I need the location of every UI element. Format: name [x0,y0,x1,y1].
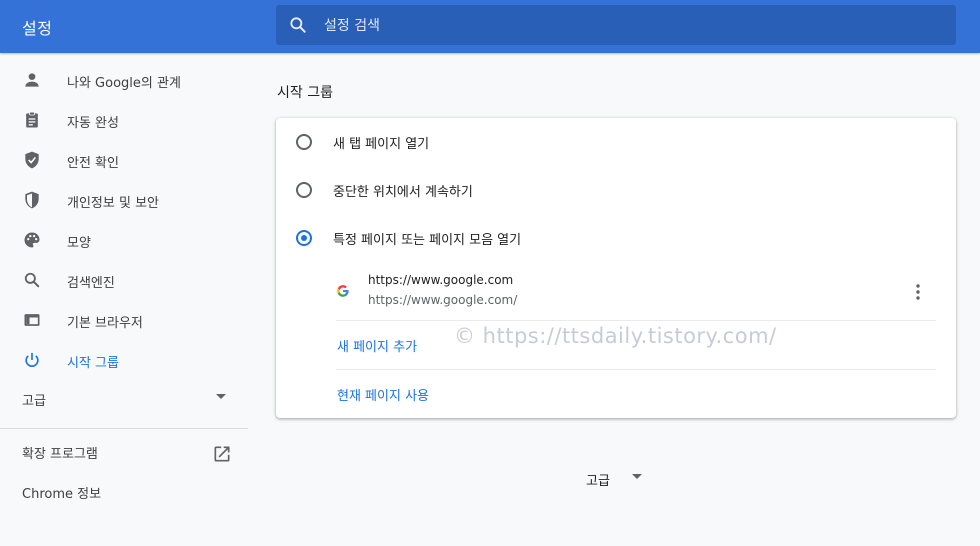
startup-page-url: https://www.google.com/ [368,293,518,307]
browser-icon [24,314,40,326]
radio-label: 중단한 위치에서 계속하기 [333,185,473,200]
sidebar-item-on-startup[interactable]: 시작 그룹 [0,340,248,380]
search-icon [290,17,306,33]
sidebar-item-privacy[interactable]: 개인정보 및 보안 [0,180,248,220]
sidebar-item-label: 검색엔진 [67,276,115,291]
card-divider [336,320,936,321]
sidebar-item-label: 기본 브라우저 [67,316,143,331]
startup-option-specific-pages[interactable]: 특정 페이지 또는 페이지 모음 열기 [276,214,956,262]
sidebar-item-label: 자동 완성 [67,116,119,131]
top-app-bar: 설정 [0,0,980,53]
startup-page-title: https://www.google.com [368,273,514,287]
sidebar-item-search-engine[interactable]: 검색엔진 [0,260,248,300]
sidebar-about-label: Chrome 정보 [22,487,102,502]
radio-label: 특정 페이지 또는 페이지 모음 열기 [333,233,522,248]
sidebar-advanced-toggle[interactable]: 고급 [0,380,248,420]
sidebar-item-label: 안전 확인 [67,156,119,171]
watermark-text: © https://ttsdaily.tistory.com/ [454,324,777,348]
settings-search-box[interactable] [276,5,956,47]
sidebar-extensions-label: 확장 프로그램 [22,447,98,462]
search-icon [24,272,40,288]
palette-icon [24,232,40,248]
sidebar-item-label: 모양 [67,236,91,251]
app-title: 설정 [22,19,53,38]
settings-search-input[interactable] [322,5,946,47]
sidebar: 나와 Google의 관계 자동 완성 안전 확인 개인정보 및 보안 모양 검… [0,60,248,509]
shield-check-icon [25,151,39,169]
sidebar-item-about-chrome[interactable]: Chrome 정보 [0,469,248,509]
advanced-toggle-button[interactable]: 고급 [586,470,642,489]
use-current-pages-link[interactable]: 현재 페이지 사용 [337,385,429,404]
sidebar-item-label: 시작 그룹 [67,356,119,371]
more-vert-icon[interactable] [910,282,926,302]
dropdown-arrow-icon [216,394,226,399]
sidebar-item-default-browser[interactable]: 기본 브라우저 [0,300,248,340]
radio-button[interactable] [296,182,312,198]
google-favicon-icon [337,285,349,297]
advanced-label: 고급 [586,474,610,489]
startup-page-entry: https://www.google.com https://www.googl… [336,268,936,318]
card-divider [336,369,936,370]
section-title: 시작 그룹 [277,85,333,101]
radio-label: 새 탭 페이지 열기 [333,137,430,152]
sidebar-item-label: 개인정보 및 보안 [67,196,159,211]
add-new-page-link[interactable]: 새 페이지 추가 [337,336,417,355]
startup-option-continue[interactable]: 중단한 위치에서 계속하기 [276,166,956,214]
dropdown-arrow-icon [632,474,642,479]
shield-half-icon [25,191,39,209]
sidebar-item-label: 나와 Google의 관계 [67,76,181,91]
radio-button-checked[interactable] [296,230,312,246]
sidebar-item-appearance[interactable]: 모양 [0,220,248,260]
startup-settings-card: 새 탭 페이지 열기 중단한 위치에서 계속하기 특정 페이지 또는 페이지 모… [276,118,956,418]
sidebar-item-extensions[interactable]: 확장 프로그램 [0,429,248,469]
power-icon [25,352,39,367]
sidebar-item-safety-check[interactable]: 안전 확인 [0,140,248,180]
startup-option-new-tab[interactable]: 새 탭 페이지 열기 [276,118,956,166]
radio-button[interactable] [296,134,312,150]
sidebar-item-autofill[interactable]: 자동 완성 [0,100,248,140]
sidebar-item-you-and-google[interactable]: 나와 Google의 관계 [0,60,248,100]
open-in-new-icon [214,446,230,462]
sidebar-advanced-label: 고급 [22,394,46,409]
person-icon [25,73,39,87]
clipboard-icon [26,111,38,128]
